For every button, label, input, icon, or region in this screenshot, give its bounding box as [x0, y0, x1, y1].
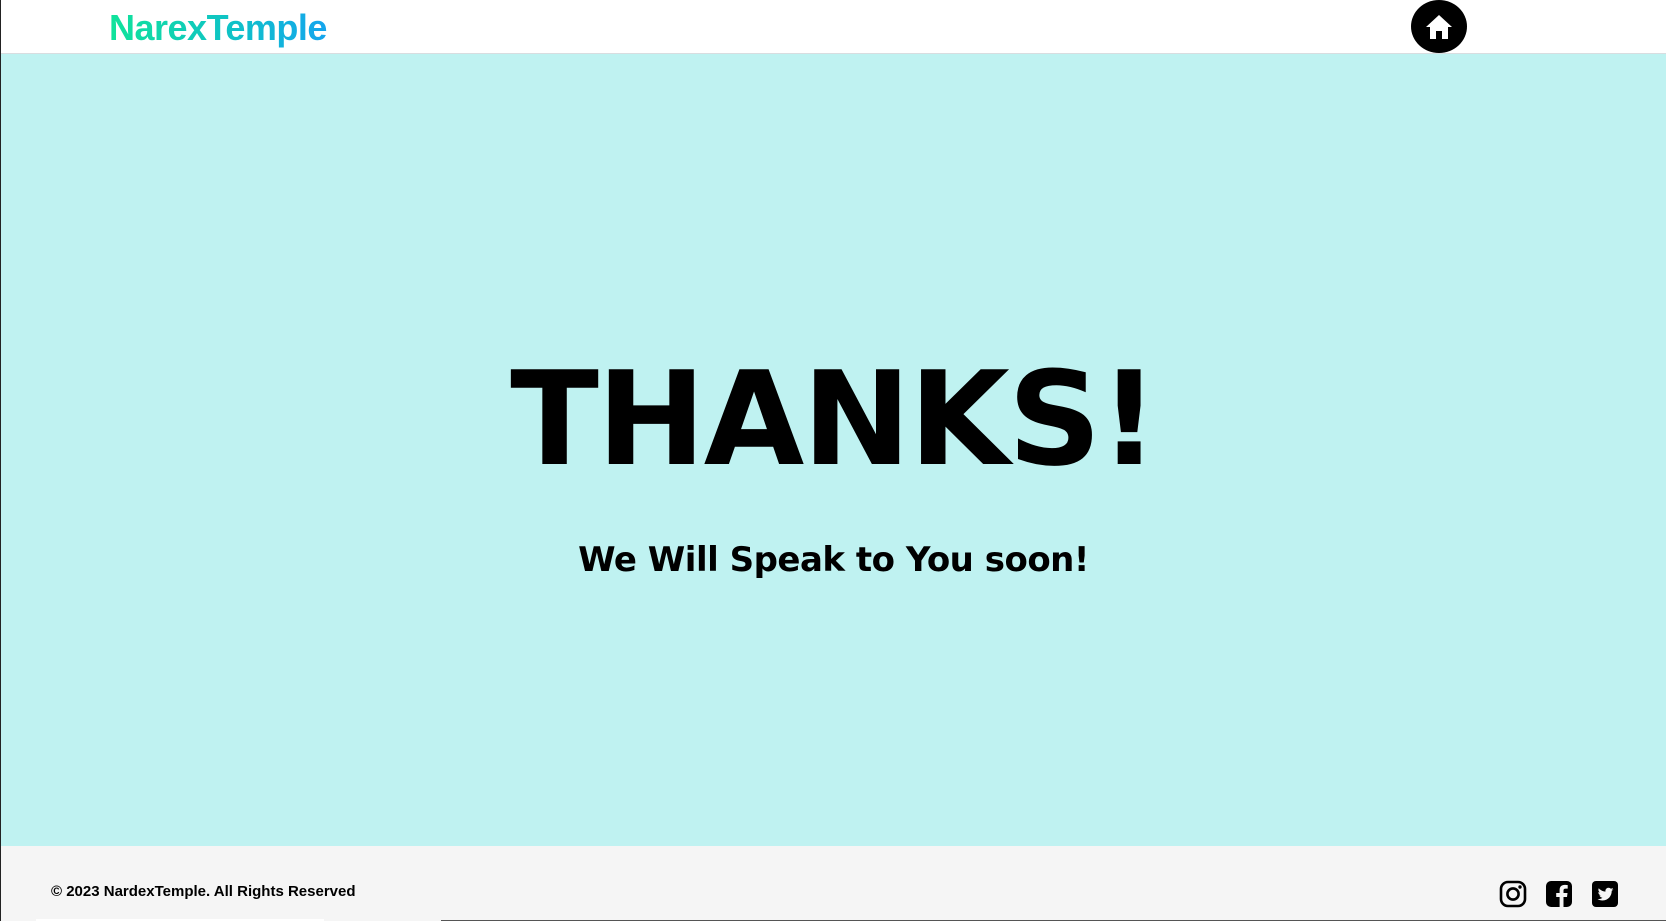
home-button[interactable]	[1411, 0, 1467, 53]
main-content: THANKS! We Will Speak to You soon!	[1, 54, 1666, 846]
twitter-icon	[1591, 880, 1619, 908]
thanks-heading: THANKS!	[510, 343, 1159, 495]
page: NarexTemple THANKS! We Will Speak to You…	[0, 0, 1666, 921]
site-logo[interactable]: NarexTemple	[109, 8, 327, 48]
instagram-icon	[1499, 880, 1527, 908]
instagram-link[interactable]	[1499, 880, 1527, 908]
thanks-subheading: We Will Speak to You soon!	[578, 540, 1089, 580]
site-footer: © 2023 NardexTemple. All Rights Reserved	[1, 846, 1666, 921]
copyright-text: © 2023 NardexTemple. All Rights Reserved	[51, 883, 356, 900]
facebook-icon	[1545, 880, 1573, 908]
home-icon	[1424, 13, 1454, 41]
site-header: NarexTemple	[1, 0, 1666, 54]
twitter-link[interactable]	[1591, 880, 1619, 908]
facebook-link[interactable]	[1545, 880, 1573, 908]
social-links	[1499, 880, 1619, 908]
